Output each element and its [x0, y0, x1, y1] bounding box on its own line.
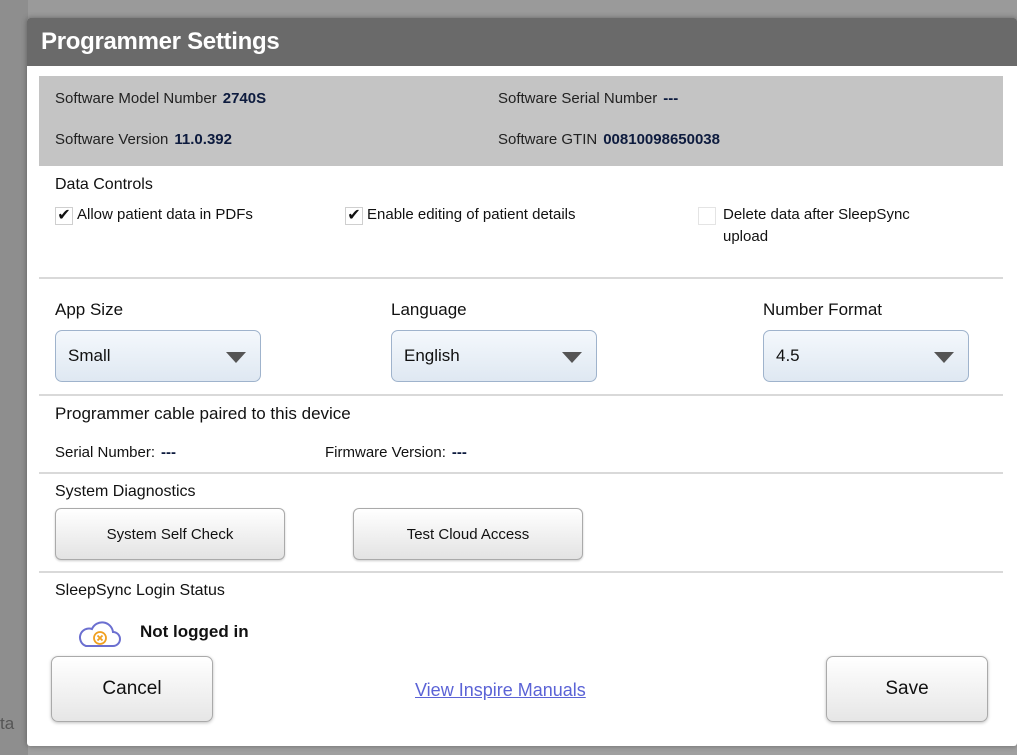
software-version: Software Version 11.0.392	[55, 131, 232, 148]
checkmark-icon: ✔	[345, 207, 363, 225]
cable-serial-number: Serial Number: ---	[55, 444, 177, 461]
system-self-check-button[interactable]: System Self Check	[55, 508, 285, 560]
empty-checkbox-icon	[698, 207, 716, 225]
checkmark-icon: ✔	[55, 207, 73, 225]
dropdown-arrow-icon	[562, 352, 582, 363]
view-inspire-manuals-link[interactable]: View Inspire Manuals	[415, 680, 586, 701]
software-serial-value: ---	[663, 90, 679, 107]
delete-data-after-sync-checkbox[interactable]: Delete data after SleepSync upload	[698, 206, 910, 248]
allow-patient-data-pdfs-checkbox[interactable]: ✔ Allow patient data in PDFs	[55, 206, 253, 225]
background-partial-text: ta	[0, 714, 15, 733]
software-gtin: Software GTIN 00810098650038	[498, 131, 720, 148]
cloud-error-icon	[79, 621, 121, 647]
software-model-value: 2740S	[222, 90, 267, 107]
number-format-label: Number Format	[763, 300, 883, 319]
data-controls-section: Data Controls ✔ Allow patient data in PD…	[39, 166, 1003, 279]
dropdown-arrow-icon	[226, 352, 246, 363]
number-format-select[interactable]: 4.5	[763, 330, 969, 382]
test-cloud-access-button[interactable]: Test Cloud Access	[353, 508, 583, 560]
language-label: Language	[391, 300, 467, 319]
diagnostics-title: System Diagnostics	[55, 483, 196, 500]
software-model-number: Software Model Number 2740S	[55, 90, 267, 107]
software-serial-number: Software Serial Number ---	[498, 90, 679, 107]
software-gtin-value: 00810098650038	[603, 131, 720, 148]
login-status-text: Not logged in	[140, 622, 249, 641]
settings-content: Software Model Number 2740S Software Seri…	[39, 76, 1003, 658]
programmer-settings-dialog: Programmer Settings Software Model Numbe…	[27, 18, 1017, 746]
cable-title: Programmer cable paired to this device	[55, 404, 351, 423]
save-button[interactable]: Save	[826, 656, 988, 722]
background-app-left	[0, 0, 28, 755]
software-version-value: 11.0.392	[174, 131, 232, 148]
login-status-title: SleepSync Login Status	[55, 582, 225, 599]
preferences-section: App Size Small Language English Number F…	[39, 279, 1003, 396]
app-size-select[interactable]: Small	[55, 330, 261, 382]
language-select[interactable]: English	[391, 330, 597, 382]
dialog-title: Programmer Settings	[27, 18, 1017, 66]
data-controls-title: Data Controls	[55, 176, 153, 193]
app-size-label: App Size	[55, 300, 124, 319]
enable-editing-patient-details-checkbox[interactable]: ✔ Enable editing of patient details	[345, 206, 575, 225]
dropdown-arrow-icon	[934, 352, 954, 363]
system-diagnostics-section: System Diagnostics System Self Check Tes…	[39, 474, 1003, 573]
sleepsync-login-section: SleepSync Login Status Not logged in	[39, 573, 1003, 655]
software-info-panel: Software Model Number 2740S Software Seri…	[39, 76, 1003, 166]
programmer-cable-section: Programmer cable paired to this device S…	[39, 396, 1003, 474]
cancel-button[interactable]: Cancel	[51, 656, 213, 722]
cable-firmware-version: Firmware Version: ---	[325, 444, 467, 461]
